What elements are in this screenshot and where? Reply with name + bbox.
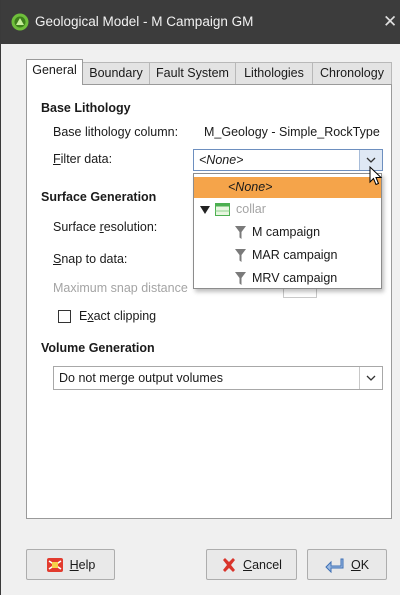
expand-triangle-icon[interactable]	[200, 204, 210, 218]
filter-data-value: <None>	[199, 153, 244, 167]
title-bar[interactable]: Geological Model - M Campaign GM ✕	[1, 0, 400, 44]
cancel-label: Cancel	[243, 557, 282, 572]
help-label: Help	[69, 557, 96, 572]
surface-generation-heading: Surface Generation	[41, 190, 157, 204]
dialog-window: Geological Model - M Campaign GM ✕ Gener…	[0, 0, 400, 595]
dropdown-option-mrv-campaign[interactable]: MRV campaign	[194, 268, 381, 289]
dropdown-option-m-campaign[interactable]: M campaign	[194, 222, 381, 243]
base-lithology-heading: Base Lithology	[41, 101, 131, 115]
base-lithology-column-label: Base lithology column:	[53, 125, 179, 139]
mouse-pointer-icon	[369, 165, 383, 189]
cancel-button[interactable]: Cancel	[206, 549, 297, 580]
window-title: Geological Model - M Campaign GM	[35, 14, 254, 29]
tab-general[interactable]: General	[26, 59, 83, 85]
tab-boundary[interactable]: Boundary	[82, 62, 150, 84]
filter-data-select[interactable]: <None>	[193, 149, 383, 171]
general-panel: Base Lithology Base lithology column: M_…	[26, 84, 392, 519]
help-button[interactable]: Help	[26, 549, 115, 580]
ok-label: OK	[350, 557, 370, 572]
chevron-down-icon[interactable]	[359, 367, 382, 389]
cancel-icon	[221, 557, 237, 573]
close-icon[interactable]: ✕	[383, 12, 400, 32]
merge-volumes-value: Do not merge output volumes	[59, 371, 223, 385]
dropdown-option-label: MRV campaign	[252, 271, 338, 285]
tab-fault-system[interactable]: Fault System	[149, 62, 236, 84]
dropdown-group-collar: collar	[194, 199, 381, 220]
dropdown-option-label: <None>	[228, 180, 273, 194]
dropdown-group-label: collar	[236, 202, 266, 216]
max-snap-distance-label: Maximum snap distance	[53, 281, 188, 295]
base-lithology-column-value: M_Geology - Simple_RockType	[204, 125, 380, 139]
help-icon	[46, 557, 64, 573]
tab-chronology[interactable]: Chronology	[312, 62, 392, 84]
filter-data-label: Filter data:	[53, 152, 113, 166]
tab-lithologies[interactable]: Lithologies	[235, 62, 313, 84]
table-icon	[215, 203, 230, 219]
filter-icon	[235, 272, 246, 289]
exact-clipping-label: Exact clipping	[79, 309, 157, 323]
dropdown-option-mar-campaign[interactable]: MAR campaign	[194, 245, 381, 266]
snap-to-data-label: Snap to data:	[53, 252, 128, 266]
dropdown-option-label: MAR campaign	[252, 248, 338, 262]
surface-resolution-label: Surface resolution:	[53, 220, 158, 234]
dropdown-option-label: M campaign	[252, 225, 321, 239]
filter-data-dropdown-list: <None> collar M campaign MAR campaign MR…	[193, 173, 382, 289]
filter-icon	[235, 226, 246, 243]
merge-volumes-select[interactable]: Do not merge output volumes	[53, 366, 383, 390]
enter-arrow-icon	[325, 557, 345, 573]
volume-generation-heading: Volume Generation	[41, 341, 155, 355]
filter-icon	[235, 249, 246, 266]
leapfrog-app-icon	[11, 13, 29, 31]
dropdown-option-none[interactable]: <None>	[194, 177, 381, 198]
exact-clipping-checkbox[interactable]	[58, 310, 71, 323]
ok-button[interactable]: OK	[307, 549, 387, 580]
